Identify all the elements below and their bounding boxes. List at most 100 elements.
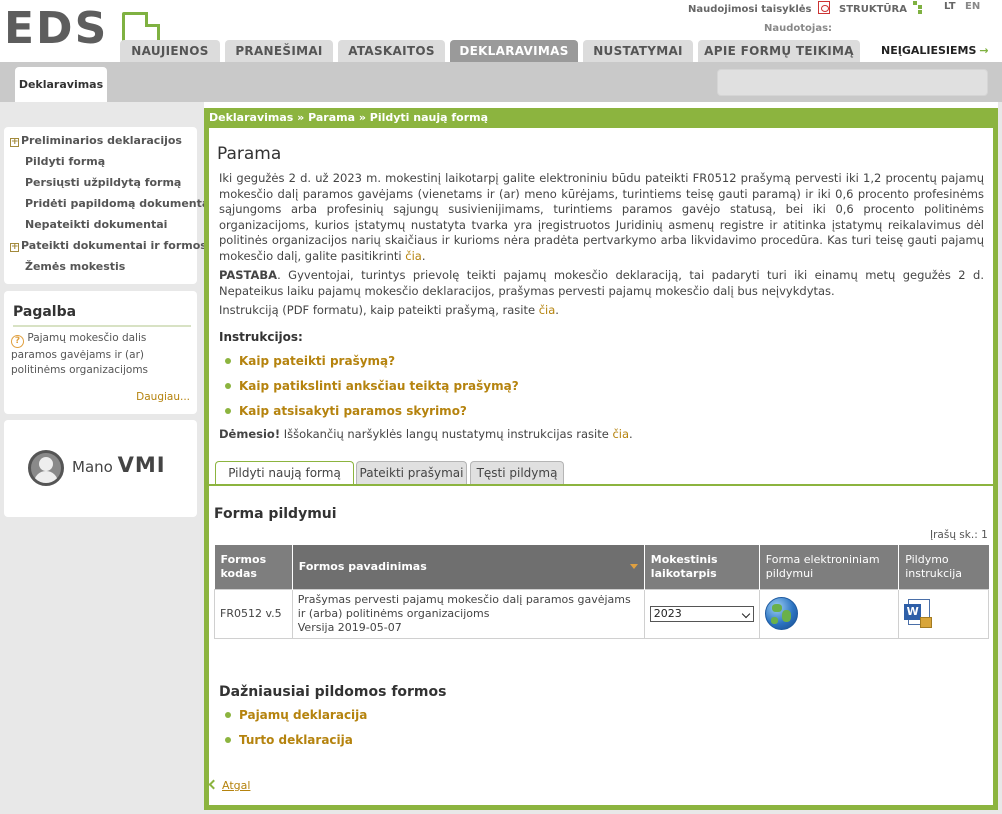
cell-form-name: Prašymas pervesti pajamų mokesčio dalį p… [291,588,645,639]
tab-testi-pildyma[interactable]: Tęsti pildymą [470,461,564,484]
tab-deklaravimas[interactable]: DEKLARAVIMAS [450,40,578,62]
instruction-link-correct[interactable]: Kaip patikslinti anksčiau teiktą prašymą… [225,379,519,393]
bullet-dot-icon [225,737,231,743]
period-select[interactable]: 2023 [649,605,754,622]
search-input[interactable] [717,69,988,96]
tab-nustatymai[interactable]: NUSTATYMAI [583,40,693,62]
arrow-right-icon: → [979,44,989,57]
records-count: Įrašų sk.: 1 [930,529,988,541]
cell-form-code: FR0512 v.5 [214,588,293,639]
intro-p2-text: . Gyventojai, turintys prievolę teikti p… [219,268,984,298]
attention-text: Iššokančių naršyklės langų nustatymų ins… [280,427,613,441]
help-divider [13,325,191,327]
tab-pildyti-nauja-forma[interactable]: Pildyti naują formą [215,461,354,485]
intro-paragraph-1: Iki gegužės 2 d. už 2023 m. mokestinį la… [219,171,984,264]
back-link[interactable]: Atgal [208,779,251,792]
menu-pildyti-forma[interactable]: Pildyti formą [25,155,105,168]
frequent-link-turto-deklaracija[interactable]: Turto deklaracija [225,733,353,747]
tab-underline [209,484,993,486]
word-document-icon[interactable]: W [904,598,934,629]
menu-pateikti-dokumentai-ir-formos[interactable]: + Pateikti dokumentai ir formos [10,239,207,252]
col-label: Formos pavadinimas [298,559,427,573]
instruction-label: Kaip pateikti prašymą? [239,354,396,368]
lang-en-link[interactable]: EN [965,1,980,12]
attention-end: . [629,427,633,441]
logo-text: EDS [4,3,109,54]
structure-tree-icon [913,1,923,14]
menu-persiusti-uzpildyta-forma[interactable]: Persiųsti užpildytą formą [25,176,181,189]
help-box: Pagalba ? Pajamų mokesčio dalis paramos … [4,291,197,414]
frequent-label: Pajamų deklaracija [239,708,368,722]
bullet-dot-icon [225,383,231,389]
cell-period: 2023 [643,588,760,639]
tab-pranesimai[interactable]: PRANEŠIMAI [225,40,333,62]
attention-label: Dėmesio! [219,427,281,441]
menu-zemes-mokestis[interactable]: Žemės mokestis [25,260,125,273]
bullet-dot-icon [225,712,231,718]
cell-electronic-form [758,588,900,639]
intro-p1-end: . [421,248,426,263]
instruction-link-cancel[interactable]: Kaip atsisakyti paramos skyrimo? [225,404,467,418]
intro-paragraph-2: PASTABA. Gyventojai, turintys prievolę t… [219,268,984,299]
sort-arrow-icon [629,564,638,569]
page-title: Parama [217,144,282,164]
note-label: PASTABA [219,268,278,282]
frequent-forms-title: Dažniausiai pildomos formos [219,684,447,700]
intro-p3-end: . [555,303,559,317]
tab-pateikti-prasymai[interactable]: Pateikti prašymai [356,461,467,484]
bottom-gutter [204,810,1002,814]
instructions-title: Instrukcijos: [219,330,303,344]
form-name: Prašymas pervesti pajamų mokesčio dalį p… [297,592,631,620]
help-more-link[interactable]: Daugiau... [136,391,190,403]
negaliesiems-link[interactable]: NEĮGALIESIEMS → [881,44,989,57]
mano-vmi-banner[interactable]: Mano VMI [4,420,197,517]
structure-link[interactable]: STRUKTŪRA [839,1,923,15]
mano-vmi-logo: Mano VMI [72,453,166,477]
globe-icon[interactable] [764,597,798,630]
col-mokestinis-laikotarpis: Mokestinis laikotarpis [644,545,760,589]
right-gutter [998,102,1002,814]
help-item[interactable]: ? Pajamų mokesčio dalis paramos gavėjams… [11,331,193,378]
forms-table: Formos kodas Formos pavadinimas Mokestin… [214,545,989,639]
col-forma-elektroniniam-pildymui: Forma elektroniniam pildymui [759,545,900,589]
intro-paragraph-3: Instrukciją (PDF formatu), kaip pateikti… [219,303,984,319]
instruction-label: Kaip patikslinti anksčiau teiktą prašymą… [239,379,519,393]
lang-lt-link[interactable]: LT [944,1,956,12]
expand-plus-icon[interactable]: + [10,138,19,147]
structure-link-label: STRUKTŪRA [839,4,907,15]
menu-nepateikti-dokumentai[interactable]: Nepateikti dokumentai [25,218,167,231]
col-pildymo-instrukcija: Pildymo instrukcija [898,545,989,589]
menu-preliminarios-deklaracijos[interactable]: + Preliminarios deklaracijos [10,134,182,147]
instruction-label: Kaip atsisakyti paramos skyrimo? [239,404,467,418]
intro-text: Iki gegužės 2 d. už 2023 m. mokestinį la… [219,171,984,321]
tab-apie-formu-teikima[interactable]: APIE FORMŲ TEIKIMĄ [698,40,860,62]
attention-note: Dėmesio! Iššokančių naršyklės langų nust… [219,427,633,441]
intro-p3-text: Instrukciją (PDF formatu), kaip pateikti… [219,303,536,317]
col-formos-pavadinimas[interactable]: Formos pavadinimas [292,545,645,589]
frequent-label: Turto deklaracija [239,733,353,747]
instruction-link-submit[interactable]: Kaip pateikti prašymą? [225,354,395,368]
rules-link-label: Naudojimosi taisyklės [688,4,812,15]
help-item-text: Pajamų mokesčio dalis paramos gavėjams i… [11,332,149,376]
frequent-link-pajamu-deklaracija[interactable]: Pajamų deklaracija [225,708,367,722]
intro-p1-text: Iki gegužės 2 d. už 2023 m. mokestinį la… [219,171,984,263]
expand-plus-icon[interactable]: + [10,243,19,252]
bullet-dot-icon [225,358,231,364]
menu-label: Preliminarios deklaracijos [21,134,182,147]
tab-naujienos[interactable]: NAUJIENOS [120,40,220,62]
user-label: Naudotojas: [764,23,833,34]
mano-vmi-suffix: VMI [117,453,166,477]
menu-prideti-papildoma-dokumenta[interactable]: Pridėti papildomą dokumentą [25,197,209,210]
menu-label: Pateikti dokumentai ir formos [21,239,207,252]
cell-instruction: W [898,588,989,639]
negaliesiems-label: NEĮGALIESIEMS [881,44,977,57]
eligibility-link[interactable]: čia [405,249,422,263]
back-link-label: Atgal [222,779,251,792]
tab-ataskaitos[interactable]: ATASKAITOS [338,40,445,62]
subtab-deklaravimas[interactable]: Deklaravimas [15,67,107,102]
popup-instruction-link[interactable]: čia [612,427,629,441]
mano-vmi-prefix: Mano [72,458,113,476]
pdf-instruction-link[interactable]: čia [539,303,556,317]
rules-link[interactable]: Naudojimosi taisyklės [688,1,830,15]
form-version: Versija 2019-05-07 [297,620,402,634]
